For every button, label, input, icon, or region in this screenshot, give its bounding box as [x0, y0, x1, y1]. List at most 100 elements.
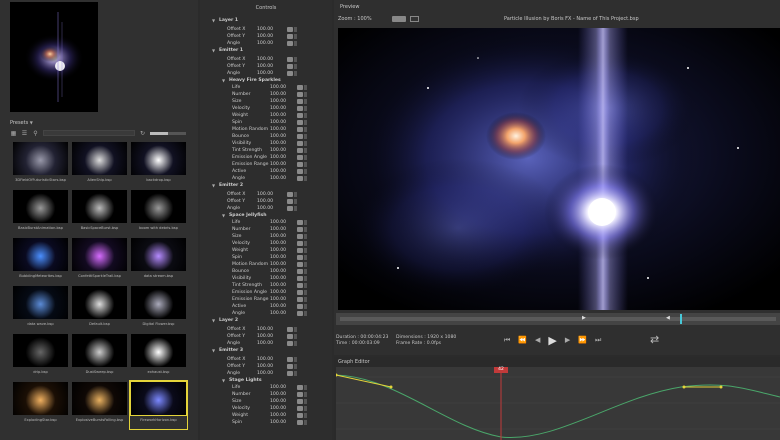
- param-graph-button[interactable]: [294, 334, 297, 339]
- param-value-field[interactable]: 100.00: [270, 106, 286, 111]
- playhead[interactable]: [680, 314, 683, 324]
- preset-item[interactable]: Default.bsp: [72, 286, 127, 332]
- param-graph-button[interactable]: [304, 304, 307, 309]
- preset-item[interactable]: exhaust.bsp: [131, 334, 186, 380]
- keyframe-toggle[interactable]: [297, 420, 303, 425]
- param-value-field[interactable]: 100.00: [270, 134, 286, 139]
- param-graph-button[interactable]: [304, 134, 307, 139]
- param-graph-button[interactable]: [304, 92, 307, 97]
- list-view-icon[interactable]: ☰: [21, 130, 28, 137]
- param-value-field[interactable]: 100.00: [270, 406, 286, 411]
- zoom-label[interactable]: Zoom : 100%: [338, 16, 372, 22]
- keyframe-toggle[interactable]: [297, 248, 303, 253]
- param-value-field[interactable]: 100.00: [270, 255, 286, 260]
- preset-item[interactable]: data stream.bsp: [131, 238, 186, 284]
- search-icon[interactable]: ⚲: [32, 130, 39, 137]
- keyframe-toggle[interactable]: [287, 64, 293, 69]
- preset-item[interactable]: ExplosiveBurstsFalling.bsp: [72, 382, 127, 428]
- refresh-icon[interactable]: ↻: [139, 130, 146, 137]
- thumbnail-size-slider[interactable]: [150, 131, 186, 135]
- param-graph-button[interactable]: [304, 141, 307, 146]
- keyframe-toggle[interactable]: [287, 364, 293, 369]
- step-back-icon[interactable]: ◀: [535, 336, 540, 344]
- param-value-field[interactable]: 100.00: [270, 283, 286, 288]
- keyframe-toggle[interactable]: [287, 327, 293, 332]
- keyframe-toggle[interactable]: [297, 385, 303, 390]
- param-graph-button[interactable]: [304, 248, 307, 253]
- param-value-field[interactable]: 100.00: [257, 57, 273, 62]
- view-mode-button[interactable]: [410, 16, 419, 22]
- keyframe-toggle[interactable]: [297, 413, 303, 418]
- rewind-icon[interactable]: ⏪: [518, 336, 527, 344]
- keyframe-toggle[interactable]: [287, 341, 293, 346]
- param-value-field[interactable]: 100.00: [270, 141, 286, 146]
- param-value-field[interactable]: 100.00: [257, 357, 273, 362]
- preset-item[interactable]: FireworkHorizon.bsp: [129, 380, 188, 430]
- preset-item[interactable]: BubblingMeteorites.bsp: [13, 238, 68, 284]
- keyframe-toggle[interactable]: [297, 134, 303, 139]
- keyframe-toggle[interactable]: [297, 99, 303, 104]
- keyframe-toggle[interactable]: [297, 106, 303, 111]
- param-graph-button[interactable]: [304, 234, 307, 239]
- view-toggle[interactable]: [392, 16, 406, 22]
- param-graph-button[interactable]: [304, 413, 307, 418]
- param-value-field[interactable]: 100.00: [257, 327, 273, 332]
- param-value-field[interactable]: 100.00: [270, 276, 286, 281]
- expand-toggle-icon[interactable]: ▼: [212, 18, 215, 23]
- param-value-field[interactable]: 100.00: [257, 71, 273, 76]
- param-value-field[interactable]: 100.00: [270, 169, 286, 174]
- keyframe-toggle[interactable]: [297, 169, 303, 174]
- param-graph-button[interactable]: [304, 241, 307, 246]
- skip-to-end-icon[interactable]: ⏭: [595, 336, 601, 345]
- param-value-field[interactable]: 100.00: [270, 413, 286, 418]
- keyframe-toggle[interactable]: [297, 283, 303, 288]
- keyframe-toggle[interactable]: [297, 120, 303, 125]
- keyframe-point[interactable]: [719, 385, 723, 389]
- param-value-field[interactable]: 100.00: [257, 27, 273, 32]
- param-graph-button[interactable]: [294, 371, 297, 376]
- param-value-field[interactable]: 100.00: [270, 241, 286, 246]
- step-forward-icon[interactable]: ▶: [565, 336, 570, 344]
- param-value-field[interactable]: 100.00: [270, 248, 286, 253]
- param-value-field[interactable]: 100.00: [257, 364, 273, 369]
- param-graph-button[interactable]: [294, 57, 297, 62]
- param-graph-button[interactable]: [304, 290, 307, 295]
- param-graph-button[interactable]: [304, 162, 307, 167]
- param-graph-button[interactable]: [304, 99, 307, 104]
- keyframe-toggle[interactable]: [297, 176, 303, 181]
- keyframe-toggle[interactable]: [287, 27, 293, 32]
- keyframe-toggle[interactable]: [297, 155, 303, 160]
- skip-to-start-icon[interactable]: ⏮: [504, 336, 510, 345]
- param-graph-button[interactable]: [294, 41, 297, 46]
- preset-item[interactable]: BasicBurstAnimation.bsp: [13, 190, 68, 236]
- preset-item[interactable]: ConfettiSparkleTrail.bsp: [72, 238, 127, 284]
- keyframe-toggle[interactable]: [297, 406, 303, 411]
- keyframe-toggle[interactable]: [287, 206, 293, 211]
- preset-item[interactable]: data wave.bsp: [13, 286, 68, 332]
- expand-toggle-icon[interactable]: ▼: [212, 48, 215, 53]
- preset-item[interactable]: BasicSpaceBurst.bsp: [72, 190, 127, 236]
- param-value-field[interactable]: 100.00: [257, 34, 273, 39]
- expand-toggle-icon[interactable]: ▼: [222, 378, 225, 383]
- param-graph-button[interactable]: [294, 34, 297, 39]
- keyframe-toggle[interactable]: [287, 199, 293, 204]
- param-value-field[interactable]: 100.00: [270, 262, 286, 267]
- expand-toggle-icon[interactable]: ▼: [222, 78, 225, 83]
- param-value-field[interactable]: 100.00: [270, 385, 286, 390]
- param-value-field[interactable]: 100.00: [270, 304, 286, 309]
- param-value-field[interactable]: 100.00: [270, 220, 286, 225]
- preset-item[interactable]: drip.bsp: [13, 334, 68, 380]
- param-value-field[interactable]: 100.00: [270, 99, 286, 104]
- keyframe-toggle[interactable]: [287, 357, 293, 362]
- presets-header[interactable]: Presets ▼: [10, 120, 33, 128]
- preset-item[interactable]: backdrop.bsp: [131, 142, 186, 188]
- keyframe-toggle[interactable]: [287, 371, 293, 376]
- keyframe-point[interactable]: [682, 385, 686, 389]
- param-value-field[interactable]: 100.00: [270, 420, 286, 425]
- param-graph-button[interactable]: [304, 127, 307, 132]
- param-value-field[interactable]: 100.00: [270, 113, 286, 118]
- param-graph-button[interactable]: [294, 357, 297, 362]
- param-graph-button[interactable]: [294, 206, 297, 211]
- param-value-field[interactable]: 100.00: [270, 227, 286, 232]
- keyframe-toggle[interactable]: [297, 148, 303, 153]
